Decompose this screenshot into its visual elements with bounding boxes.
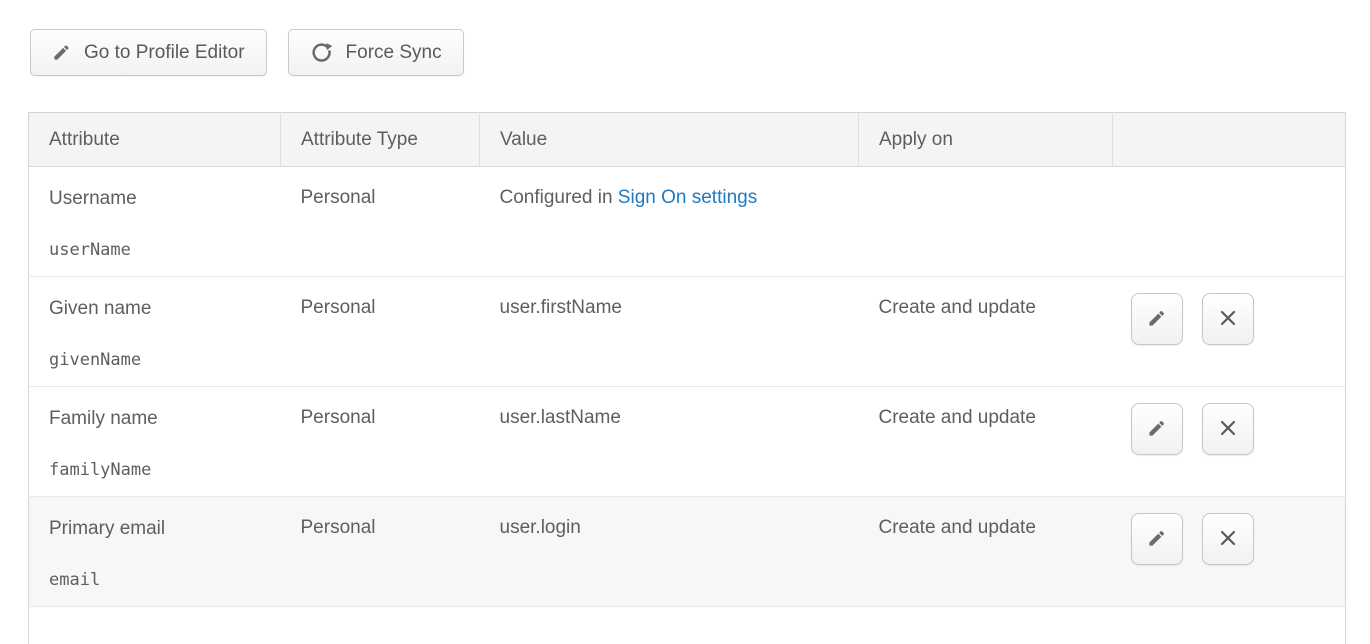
attribute-variable: userName [49, 240, 281, 260]
apply-on-cell [859, 167, 1113, 277]
remove-attribute-button[interactable] [1202, 293, 1254, 345]
table-row-family-name: Family name familyName Personal user.las… [29, 387, 1346, 497]
header-attribute: Attribute [29, 113, 281, 167]
pencil-icon [1144, 525, 1170, 554]
force-sync-button[interactable]: Force Sync [288, 29, 464, 76]
x-icon [1215, 305, 1241, 334]
attribute-variable: familyName [49, 460, 281, 480]
actions-cell [1113, 167, 1346, 277]
attribute-type-cell: Personal [281, 387, 480, 497]
x-icon [1215, 525, 1241, 554]
table-row-partial [29, 607, 1346, 644]
x-icon [1215, 415, 1241, 444]
pencil-icon [1144, 305, 1170, 334]
apply-on-cell: Create and update [859, 387, 1113, 497]
go-to-profile-editor-label: Go to Profile Editor [84, 42, 245, 64]
actions-cell [1113, 387, 1346, 497]
edit-attribute-button[interactable] [1131, 513, 1183, 565]
force-sync-label: Force Sync [346, 42, 442, 64]
table-header: Attribute Attribute Type Value Apply on [29, 113, 1346, 167]
apply-on-cell: Create and update [859, 497, 1113, 607]
attribute-mappings-table: Attribute Attribute Type Value Apply on … [28, 112, 1346, 644]
actions-cell [1113, 497, 1346, 607]
toolbar: Go to Profile Editor Force Sync [0, 0, 1370, 76]
header-apply-on: Apply on [859, 113, 1113, 167]
attribute-label: Given name [49, 297, 281, 321]
remove-attribute-button[interactable] [1202, 403, 1254, 455]
attribute-type-cell: Personal [281, 497, 480, 607]
attribute-label: Username [49, 187, 281, 211]
pencil-icon [1144, 415, 1170, 444]
header-actions [1113, 113, 1346, 167]
table-row-username: Username userName Personal Configured in… [29, 167, 1346, 277]
value-cell: user.login [480, 497, 859, 607]
attribute-type-cell: Personal [281, 167, 480, 277]
remove-attribute-button[interactable] [1202, 513, 1254, 565]
value-cell: Configured in Sign On settings [480, 167, 859, 277]
table-row-primary-email: Primary email email Personal user.login … [29, 497, 1346, 607]
pencil-icon [52, 43, 71, 62]
table-row-given-name: Given name givenName Personal user.first… [29, 277, 1346, 387]
apply-on-cell: Create and update [859, 277, 1113, 387]
header-attribute-type: Attribute Type [281, 113, 480, 167]
edit-attribute-button[interactable] [1131, 293, 1183, 345]
value-cell: user.lastName [480, 387, 859, 497]
value-text: Configured in [500, 187, 618, 208]
attribute-label: Primary email [49, 517, 281, 541]
attribute-variable: givenName [49, 350, 281, 370]
attribute-label: Family name [49, 407, 281, 431]
actions-cell [1113, 277, 1346, 387]
refresh-icon [310, 41, 333, 64]
attribute-variable: email [49, 570, 281, 590]
go-to-profile-editor-button[interactable]: Go to Profile Editor [30, 29, 267, 76]
edit-attribute-button[interactable] [1131, 403, 1183, 455]
value-cell: user.firstName [480, 277, 859, 387]
header-value: Value [480, 113, 859, 167]
attribute-type-cell: Personal [281, 277, 480, 387]
sign-on-settings-link[interactable]: Sign On settings [618, 187, 757, 208]
